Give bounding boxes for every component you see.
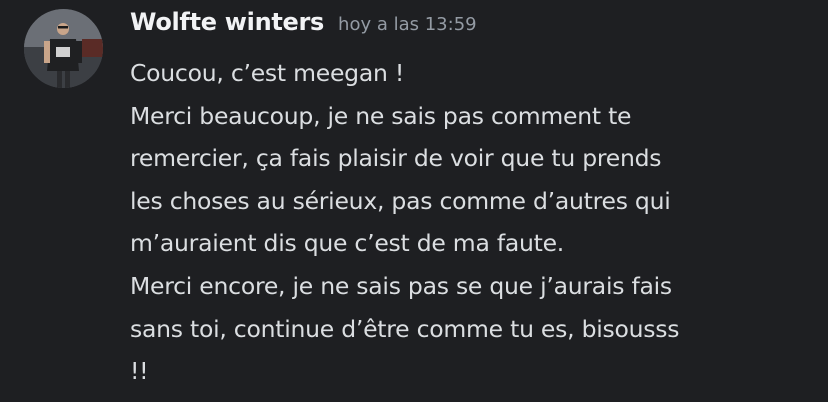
message-line: sans toi, continue d’être comme tu es, b… bbox=[130, 314, 680, 343]
message-line: Coucou, c’est meegan ! bbox=[130, 59, 404, 87]
message-line: Merci beaucoup, je ne sais pas comment t… bbox=[130, 101, 632, 130]
avatar[interactable] bbox=[24, 9, 103, 88]
message-line: Merci encore, je ne sais pas se que j’au… bbox=[130, 271, 672, 300]
timestamp: hoy a las 13:59 bbox=[338, 14, 477, 35]
message-header: Wolfte winters hoy a las 13:59 bbox=[130, 8, 477, 36]
message-line: !! bbox=[130, 357, 149, 386]
user-avatar-icon bbox=[24, 9, 103, 88]
message-line: m’auraient dis que c’est de ma faute. bbox=[130, 229, 565, 258]
message-line: remercier, ça fais plaisir de voir que t… bbox=[130, 144, 662, 173]
message-content: Coucou, c’est meegan ! Merci beaucoup, j… bbox=[130, 52, 820, 393]
username[interactable]: Wolfte winters bbox=[130, 8, 324, 36]
chat-message: Wolfte winters hoy a las 13:59 Coucou, c… bbox=[0, 0, 828, 402]
message-line: les choses au sérieux, pas comme d’autre… bbox=[130, 186, 671, 215]
